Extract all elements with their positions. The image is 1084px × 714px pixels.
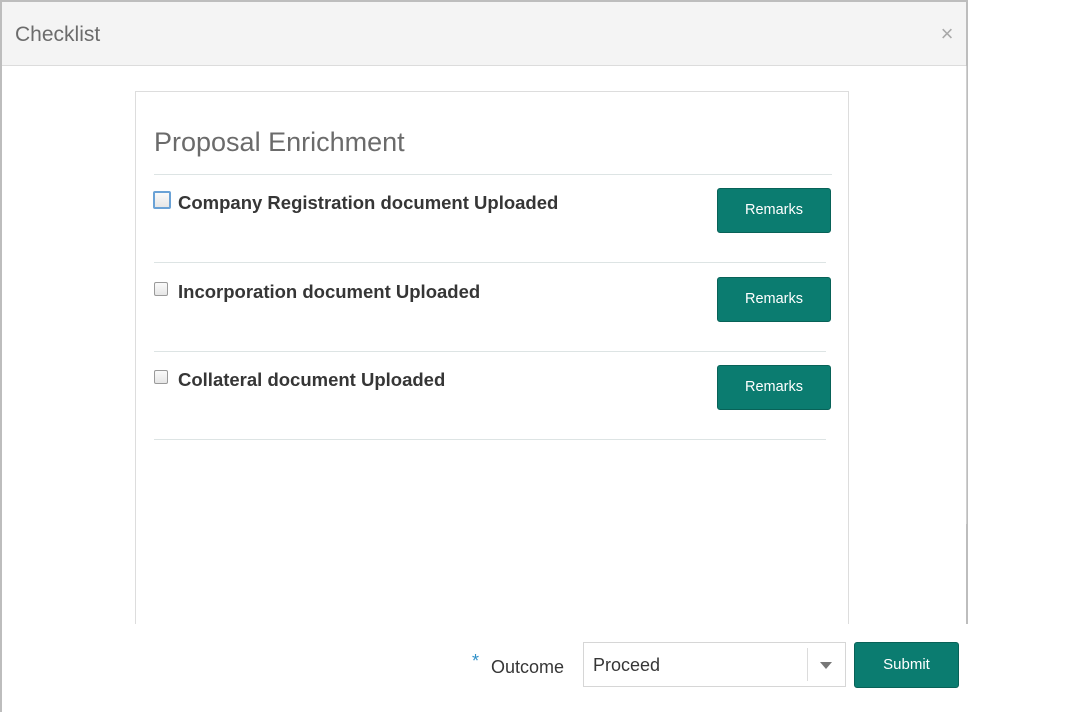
modal-header: Checklist × [2, 2, 966, 66]
checklist-item-label: Incorporation document Uploaded [178, 281, 481, 302]
outcome-label: Outcome [491, 657, 565, 677]
divider [154, 439, 826, 440]
submit-button[interactable]: Submit [854, 642, 959, 688]
checklist-item: Company Registration document Uploaded R… [153, 188, 832, 248]
remarks-button[interactable]: Remarks [717, 188, 831, 233]
checkbox-company-registration[interactable] [153, 191, 171, 209]
outcome-select-value: Proceed [593, 655, 661, 675]
required-marker: * [472, 651, 480, 671]
checklist-item-label: Company Registration document Uploaded [178, 192, 559, 213]
section-title: Proposal Enrichment [154, 127, 405, 157]
divider [154, 351, 826, 352]
divider [154, 262, 826, 263]
remarks-button[interactable]: Remarks [717, 365, 831, 410]
checkbox-collateral[interactable] [154, 370, 168, 384]
select-separator [807, 648, 808, 681]
modal-title: Checklist [15, 23, 101, 46]
modal-footer: * Outcome Proceed Submit [2, 624, 968, 714]
close-icon[interactable]: × [938, 23, 956, 45]
content-edge [966, 66, 967, 524]
divider [154, 174, 832, 175]
checklist-modal: Checklist × Proposal Enrichment Company … [0, 0, 968, 714]
outcome-select[interactable]: Proceed [583, 642, 846, 687]
remarks-button[interactable]: Remarks [717, 277, 831, 322]
checklist-item: Collateral document Uploaded Remarks [154, 365, 832, 425]
checklist-panel: Proposal Enrichment Company Registration… [135, 91, 849, 624]
checklist-item: Incorporation document Uploaded Remarks [154, 277, 832, 337]
checklist-item-label: Collateral document Uploaded [178, 369, 446, 390]
chevron-down-icon[interactable] [820, 662, 832, 669]
checkbox-incorporation[interactable] [154, 282, 168, 296]
